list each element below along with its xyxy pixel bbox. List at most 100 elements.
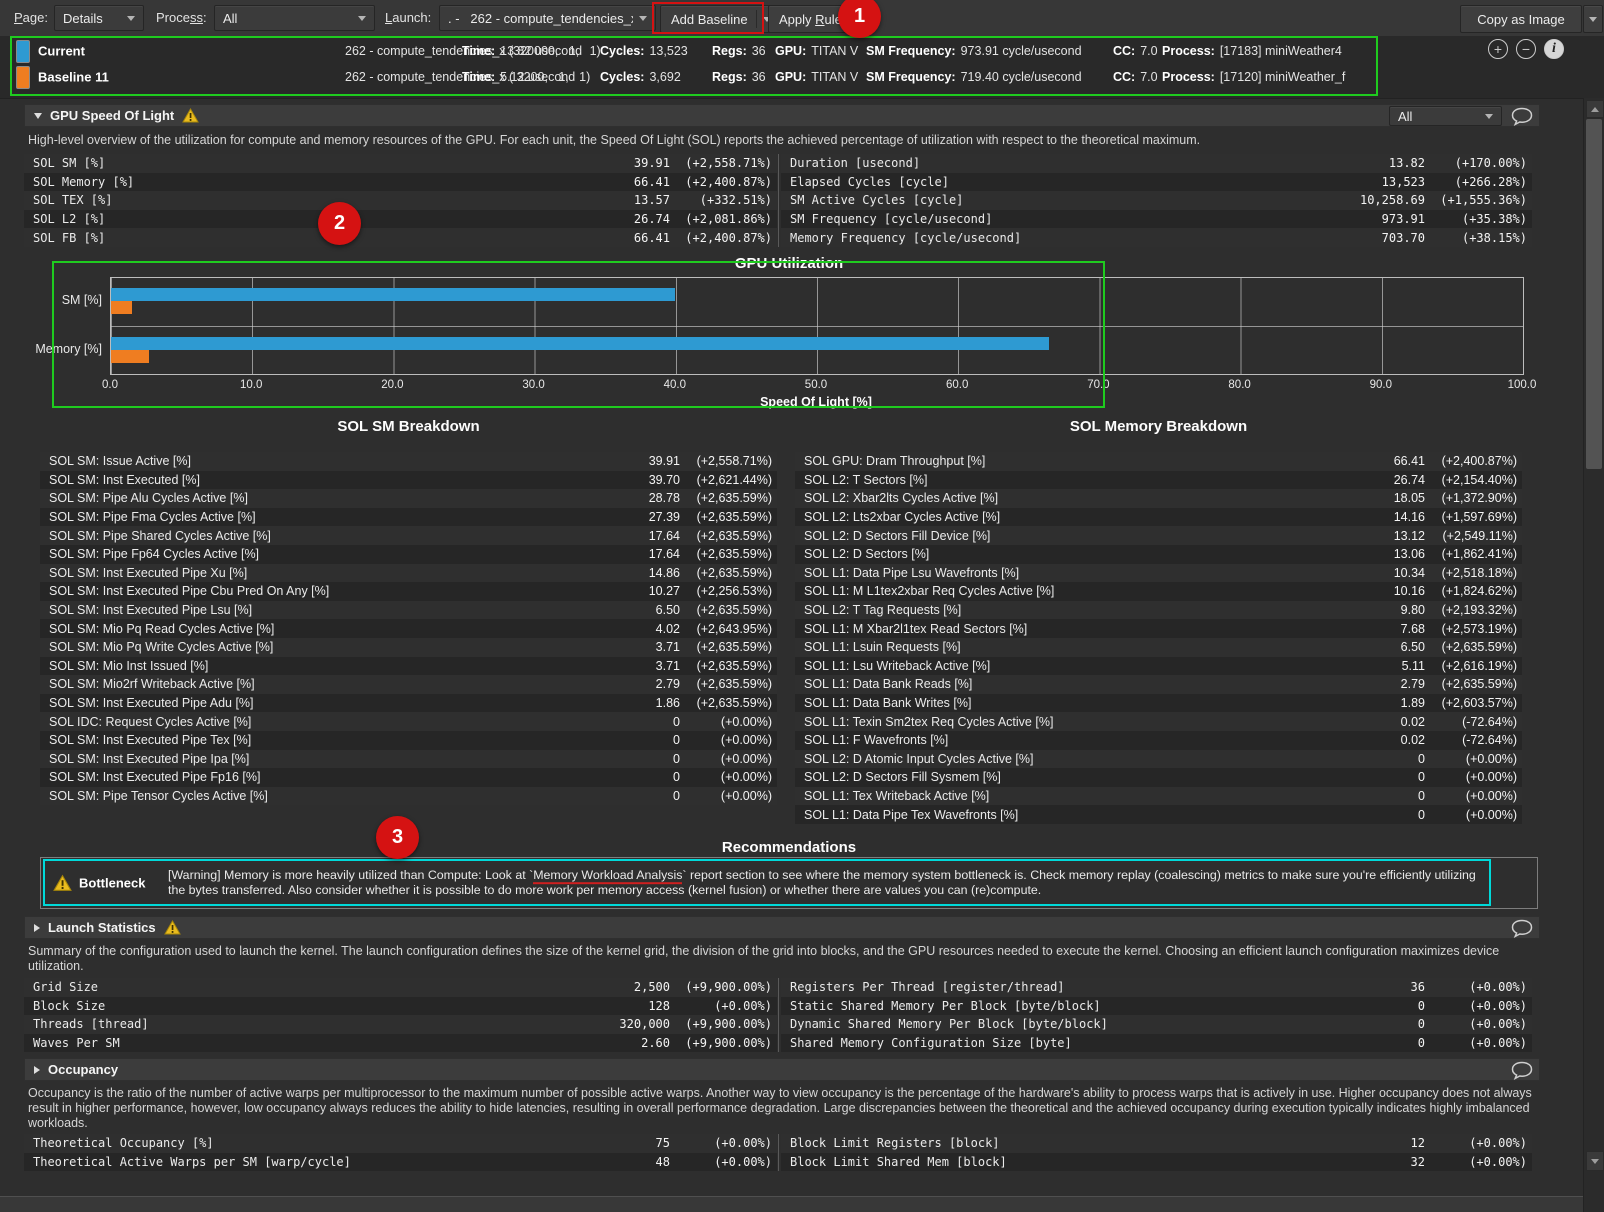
table-row[interactable]: SOL SM: Issue Active [%] 39.91 (+2,558.7…: [40, 452, 777, 471]
table-row[interactable]: SOL SM: Pipe Alu Cycles Active [%] 28.78…: [40, 489, 777, 508]
table-row[interactable]: SOL L2: Xbar2lts Cycles Active [%] 18.05…: [795, 489, 1522, 508]
table-row[interactable]: SOL L1: Data Bank Reads [%] 2.79 (+2,635…: [795, 675, 1522, 694]
table-row[interactable]: SOL L1: F Wavefronts [%] 0.02 (-72.64%): [795, 731, 1522, 750]
table-row[interactable]: SOL IDC: Request Cycles Active [%] 0 (+0…: [40, 712, 777, 731]
memory-workload-analysis-link[interactable]: Memory Workload Analysis: [533, 868, 682, 884]
bar-baseline-sm[interactable]: [111, 301, 132, 314]
baseline-row[interactable]: Baseline 11 262 - compute_tendencies_x (…: [0, 64, 1604, 90]
table-row[interactable]: SOL L2: T Tag Requests [%] 9.80 (+2,193.…: [795, 601, 1522, 620]
table-row[interactable]: SOL L1: Texin Sm2tex Req Cycles Active […: [795, 712, 1522, 731]
copy-as-image-button[interactable]: Copy as Image: [1460, 5, 1582, 33]
table-row[interactable]: SOL SM: Mio Pq Read Cycles Active [%] 4.…: [40, 619, 777, 638]
comment-bubble-icon[interactable]: [1511, 1061, 1533, 1080]
scrollbar-thumb[interactable]: [1586, 119, 1602, 469]
table-row[interactable]: SOL L1: Lsu Writeback Active [%] 5.11 (+…: [795, 657, 1522, 676]
table-row[interactable]: SOL GPU: Dram Throughput [%] 66.41 (+2,4…: [795, 452, 1522, 471]
process-select[interactable]: All: [214, 5, 375, 31]
table-row[interactable]: Block Limit Shared Mem [block] 32 (+0.00…: [781, 1153, 1532, 1172]
table-row[interactable]: SOL SM: Inst Executed Pipe Fp16 [%] 0 (+…: [40, 768, 777, 787]
table-row[interactable]: Block Size 128 (+0.00%): [24, 997, 777, 1016]
launch-select[interactable]: . - 262 - compute_tendencies_x: [439, 5, 656, 31]
bottleneck-label: Bottleneck: [79, 876, 145, 891]
vertical-scrollbar[interactable]: [1583, 98, 1604, 1212]
table-row[interactable]: SOL L2: D Sectors Fill Device [%] 13.12 …: [795, 526, 1522, 545]
scroll-down-button[interactable]: [1586, 1151, 1604, 1171]
table-row[interactable]: SOL SM: Inst Executed Pipe Ipa [%] 0 (+0…: [40, 750, 777, 769]
table-row[interactable]: SOL SM [%] 39.91 (+2,558.71%): [24, 154, 777, 173]
table-row[interactable]: SOL L1: Tex Writeback Active [%] 0 (+0.0…: [795, 787, 1522, 806]
table-row[interactable]: Elapsed Cycles [cycle] 13,523 (+266.28%): [781, 173, 1532, 192]
table-row[interactable]: SOL SM: Mio2rf Writeback Active [%] 2.79…: [40, 675, 777, 694]
add-baseline-button[interactable]: Add Baseline: [660, 5, 782, 33]
sol-section-header[interactable]: GPU Speed Of Light All: [24, 104, 1540, 127]
table-row[interactable]: Waves Per SM 2.60 (+9,900.00%): [24, 1034, 777, 1053]
collapse-expanded-icon[interactable]: [34, 113, 42, 119]
table-row[interactable]: SM Frequency [cycle/usecond] 973.91 (+35…: [781, 210, 1532, 229]
bar-current-memory[interactable]: [111, 337, 1049, 350]
comment-bubble-icon[interactable]: [1511, 919, 1533, 938]
occupancy-header[interactable]: Occupancy: [24, 1058, 1540, 1081]
table-row[interactable]: SOL L2 [%] 26.74 (+2,081.86%): [24, 210, 777, 229]
table-row[interactable]: SOL L2: T Sectors [%] 26.74 (+2,154.40%): [795, 471, 1522, 490]
info-button[interactable]: i: [1544, 39, 1564, 59]
table-row[interactable]: Threads [thread] 320,000 (+9,900.00%): [24, 1015, 777, 1034]
table-row[interactable]: Theoretical Active Warps per SM [warp/cy…: [24, 1153, 777, 1172]
metric-delta: (+2,635.59%): [680, 659, 777, 673]
copy-as-image-dropdown-button[interactable]: [1583, 5, 1603, 33]
table-row[interactable]: SOL L2: D Sectors [%] 13.06 (+1,862.41%): [795, 545, 1522, 564]
table-row[interactable]: Dynamic Shared Memory Per Block [byte/bl…: [781, 1015, 1532, 1034]
table-row[interactable]: Registers Per Thread [register/thread] 3…: [781, 978, 1532, 997]
table-row[interactable]: SOL SM: Inst Executed [%] 39.70 (+2,621.…: [40, 471, 777, 490]
sol-filter-select[interactable]: All: [1389, 106, 1502, 126]
sol-table-right: Duration [usecond] 13.82 (+170.00%) Elap…: [781, 154, 1532, 247]
table-row[interactable]: SOL SM: Pipe Fp64 Cycles Active [%] 17.6…: [40, 545, 777, 564]
table-row[interactable]: SOL L1: Data Pipe Tex Wavefronts [%] 0 (…: [795, 805, 1522, 824]
table-row[interactable]: SOL SM: Pipe Fma Cycles Active [%] 27.39…: [40, 508, 777, 527]
table-row[interactable]: SOL SM: Inst Executed Pipe Xu [%] 14.86 …: [40, 564, 777, 583]
table-row[interactable]: SOL Memory [%] 66.41 (+2,400.87%): [24, 173, 777, 192]
bar-current-sm[interactable]: [111, 288, 675, 301]
table-row[interactable]: SOL L2: D Atomic Input Cycles Active [%]…: [795, 750, 1522, 769]
collapse-collapsed-icon[interactable]: [34, 1066, 40, 1074]
bar-baseline-memory[interactable]: [111, 350, 149, 363]
table-row[interactable]: SM Active Cycles [cycle] 10,258.69 (+1,5…: [781, 191, 1532, 210]
table-row[interactable]: SOL SM: Mio Pq Write Cycles Active [%] 3…: [40, 638, 777, 657]
table-row[interactable]: SOL L2: D Sectors Fill Sysmem [%] 0 (+0.…: [795, 768, 1522, 787]
table-row[interactable]: SOL L1: Data Pipe Lsu Wavefronts [%] 10.…: [795, 564, 1522, 583]
table-row[interactable]: SOL SM: Inst Executed Pipe Cbu Pred On A…: [40, 582, 777, 601]
table-row[interactable]: SOL SM: Inst Executed Pipe Tex [%] 0 (+0…: [40, 731, 777, 750]
scroll-up-button[interactable]: [1586, 100, 1604, 118]
metric-value: 9.80: [1365, 603, 1425, 617]
page-select[interactable]: Details: [54, 5, 144, 31]
table-row[interactable]: SOL SM: Pipe Shared Cycles Active [%] 17…: [40, 526, 777, 545]
zoom-out-button[interactable]: −: [1516, 39, 1536, 59]
zoom-in-button[interactable]: +: [1488, 39, 1508, 59]
table-row[interactable]: SOL SM: Pipe Tensor Cycles Active [%] 0 …: [40, 787, 777, 806]
metric-name: SOL IDC: Request Cycles Active [%]: [40, 715, 620, 729]
table-row[interactable]: SOL L1: M Xbar2l1tex Read Sectors [%] 7.…: [795, 619, 1522, 638]
comment-bubble-icon[interactable]: [1511, 107, 1533, 126]
table-row[interactable]: Block Limit Registers [block] 12 (+0.00%…: [781, 1134, 1532, 1153]
table-row[interactable]: SOL SM: Inst Executed Pipe Lsu [%] 6.50 …: [40, 601, 777, 620]
table-row[interactable]: Static Shared Memory Per Block [byte/blo…: [781, 997, 1532, 1016]
baseline-color-swatch[interactable]: [16, 66, 30, 89]
baseline-row[interactable]: Current 262 - compute_tendencies_x (3200…: [0, 38, 1604, 64]
table-row[interactable]: SOL TEX [%] 13.57 (+332.51%): [24, 191, 777, 210]
table-row[interactable]: Grid Size 2,500 (+9,900.00%): [24, 978, 777, 997]
table-row[interactable]: Memory Frequency [cycle/usecond] 703.70 …: [781, 228, 1532, 247]
table-row[interactable]: SOL L1: Lsuin Requests [%] 6.50 (+2,635.…: [795, 638, 1522, 657]
metric-value: 4.02: [620, 622, 680, 636]
table-row[interactable]: Shared Memory Configuration Size [byte] …: [781, 1034, 1532, 1053]
table-row[interactable]: Duration [usecond] 13.82 (+170.00%): [781, 154, 1532, 173]
table-row[interactable]: SOL SM: Mio Inst Issued [%] 3.71 (+2,635…: [40, 657, 777, 676]
baseline-color-swatch[interactable]: [16, 40, 30, 63]
table-row[interactable]: SOL L1: Data Bank Writes [%] 1.89 (+2,60…: [795, 694, 1522, 713]
table-row[interactable]: SOL L2: Lts2xbar Cycles Active [%] 14.16…: [795, 508, 1522, 527]
collapse-collapsed-icon[interactable]: [34, 924, 40, 932]
table-row[interactable]: Theoretical Occupancy [%] 75 (+0.00%): [24, 1134, 777, 1153]
table-row[interactable]: SOL SM: Inst Executed Pipe Adu [%] 1.86 …: [40, 694, 777, 713]
table-row[interactable]: SOL L1: M L1tex2xbar Req Cycles Active […: [795, 582, 1522, 601]
launch-table-left: Grid Size 2,500 (+9,900.00%) Block Size …: [24, 978, 777, 1052]
launch-statistics-header[interactable]: Launch Statistics: [24, 916, 1540, 939]
table-row[interactable]: SOL FB [%] 66.41 (+2,400.87%): [24, 228, 777, 247]
